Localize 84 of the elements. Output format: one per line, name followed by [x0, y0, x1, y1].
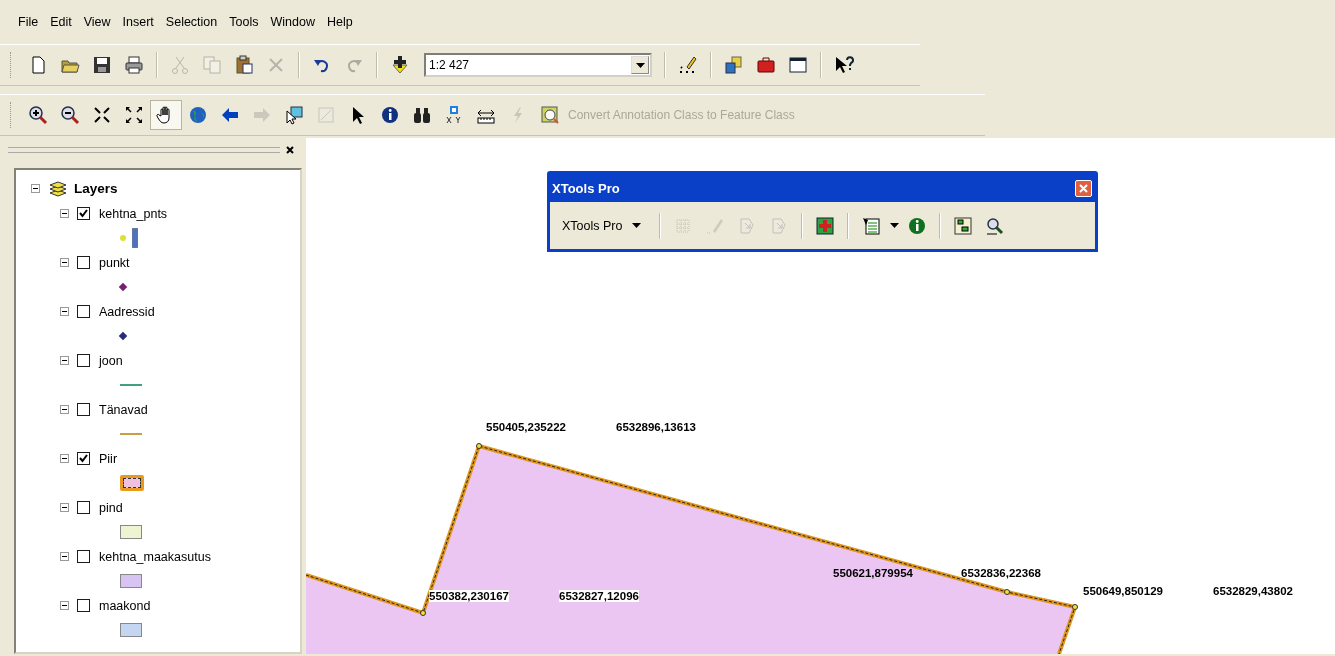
pencil-vertices-icon [678, 55, 698, 75]
collapse-toggle[interactable] [60, 552, 69, 561]
menu-item[interactable]: Help [322, 13, 357, 31]
toolbox-icon [756, 55, 776, 75]
coordinate-label: 6532836,22368 [961, 567, 1041, 579]
menu-item[interactable]: Window [266, 13, 319, 31]
layer-checkbox[interactable] [77, 354, 90, 367]
caret-icon [632, 223, 642, 228]
toolbar-menu-button[interactable]: XTools Pro [558, 211, 654, 240]
close-icon[interactable] [286, 146, 294, 154]
coordinate-label: 6532827,12096 [559, 590, 639, 602]
printer-icon [124, 55, 144, 75]
layer-name[interactable]: kehtna_pnts [99, 206, 168, 221]
layer-name[interactable]: kehtna_maakasutus [99, 549, 211, 564]
collapse-toggle[interactable] [60, 601, 69, 610]
layer-name[interactable]: joon [99, 353, 123, 368]
layer-checkbox[interactable] [77, 550, 90, 563]
binoculars-icon [412, 105, 432, 125]
diagram-icon [953, 215, 974, 236]
collapse-toggle[interactable] [60, 405, 69, 414]
plus-arrow-icon [390, 55, 410, 75]
bar-symbol [132, 228, 138, 248]
layer-checkbox[interactable] [77, 599, 90, 612]
table-icon [861, 215, 882, 236]
coordinate-label: 6532896,13613 [616, 421, 696, 433]
close-button[interactable] [1075, 179, 1092, 197]
zoom-in-icon [28, 105, 48, 125]
layer-checkbox[interactable] [77, 256, 90, 269]
menu-item[interactable]: View [79, 13, 115, 31]
outward-arrows-icon [124, 105, 144, 125]
plus-square-icon [815, 215, 836, 236]
globe-icon [188, 105, 208, 125]
window-icon [788, 55, 808, 75]
menu-item[interactable]: File [14, 13, 43, 31]
dropdown-button[interactable] [631, 56, 649, 74]
hand-button[interactable] [150, 100, 182, 130]
layer-name[interactable]: Tänavad [99, 402, 148, 417]
collapse-toggle[interactable] [60, 307, 69, 316]
caret-icon [889, 223, 899, 228]
layer-name[interactable]: Aadressid [99, 304, 155, 319]
layer-checkbox[interactable] [77, 452, 90, 465]
copy-icon [202, 55, 222, 75]
clear-box-icon [316, 105, 336, 125]
coordinate-label: 6532829,43802 [1213, 585, 1293, 597]
window-title: XTools Pro [552, 180, 620, 196]
layers-icon [48, 179, 68, 198]
collapse-toggle[interactable] [31, 184, 40, 193]
layer-checkbox[interactable] [77, 501, 90, 514]
layer-checkbox[interactable] [77, 207, 90, 220]
info-icon [907, 215, 928, 236]
layers-label[interactable]: Layers [74, 181, 118, 196]
cubes-icon [724, 55, 744, 75]
menu-item[interactable]: Selection [161, 13, 222, 31]
collapse-toggle[interactable] [60, 258, 69, 267]
layer-name[interactable]: Piir [99, 451, 118, 466]
scissors-icon [170, 55, 190, 75]
inward-arrows-icon [92, 105, 112, 125]
zoom-out-icon [60, 105, 80, 125]
collapse-toggle[interactable] [60, 356, 69, 365]
caret-icon [635, 62, 645, 68]
collapse-toggle[interactable] [60, 503, 69, 512]
layer-name[interactable]: maakond [99, 598, 151, 613]
collapse-toggle[interactable] [60, 209, 69, 218]
help-pointer-icon [834, 55, 854, 75]
menu-item[interactable]: Insert [118, 13, 158, 31]
info-icon [380, 105, 400, 125]
layer-name[interactable]: pind [99, 500, 123, 515]
close-icon [1079, 183, 1088, 193]
annotation-icon [540, 105, 560, 125]
clipboard-icon [234, 55, 254, 75]
collapse-toggle[interactable] [60, 454, 69, 463]
menu-item[interactable]: Tools [225, 13, 263, 31]
forward-arrow-icon [252, 105, 272, 125]
layer-checkbox[interactable] [77, 305, 90, 318]
layer-name[interactable]: punkt [99, 255, 130, 270]
coordinate-label: 550649,850129 [1083, 585, 1163, 597]
coordinate-label: 550382,230167 [429, 590, 509, 602]
scale-combo-box[interactable]: 1:2 427 [424, 53, 652, 77]
coordinate-label: 550621,879954 [833, 567, 913, 579]
select-box-icon [284, 105, 304, 125]
coordinate-label: 550405,235222 [486, 421, 566, 433]
magnifier-icon [985, 215, 1006, 236]
layer-checkbox[interactable] [77, 403, 90, 416]
menu-item[interactable]: Edit [46, 13, 76, 31]
